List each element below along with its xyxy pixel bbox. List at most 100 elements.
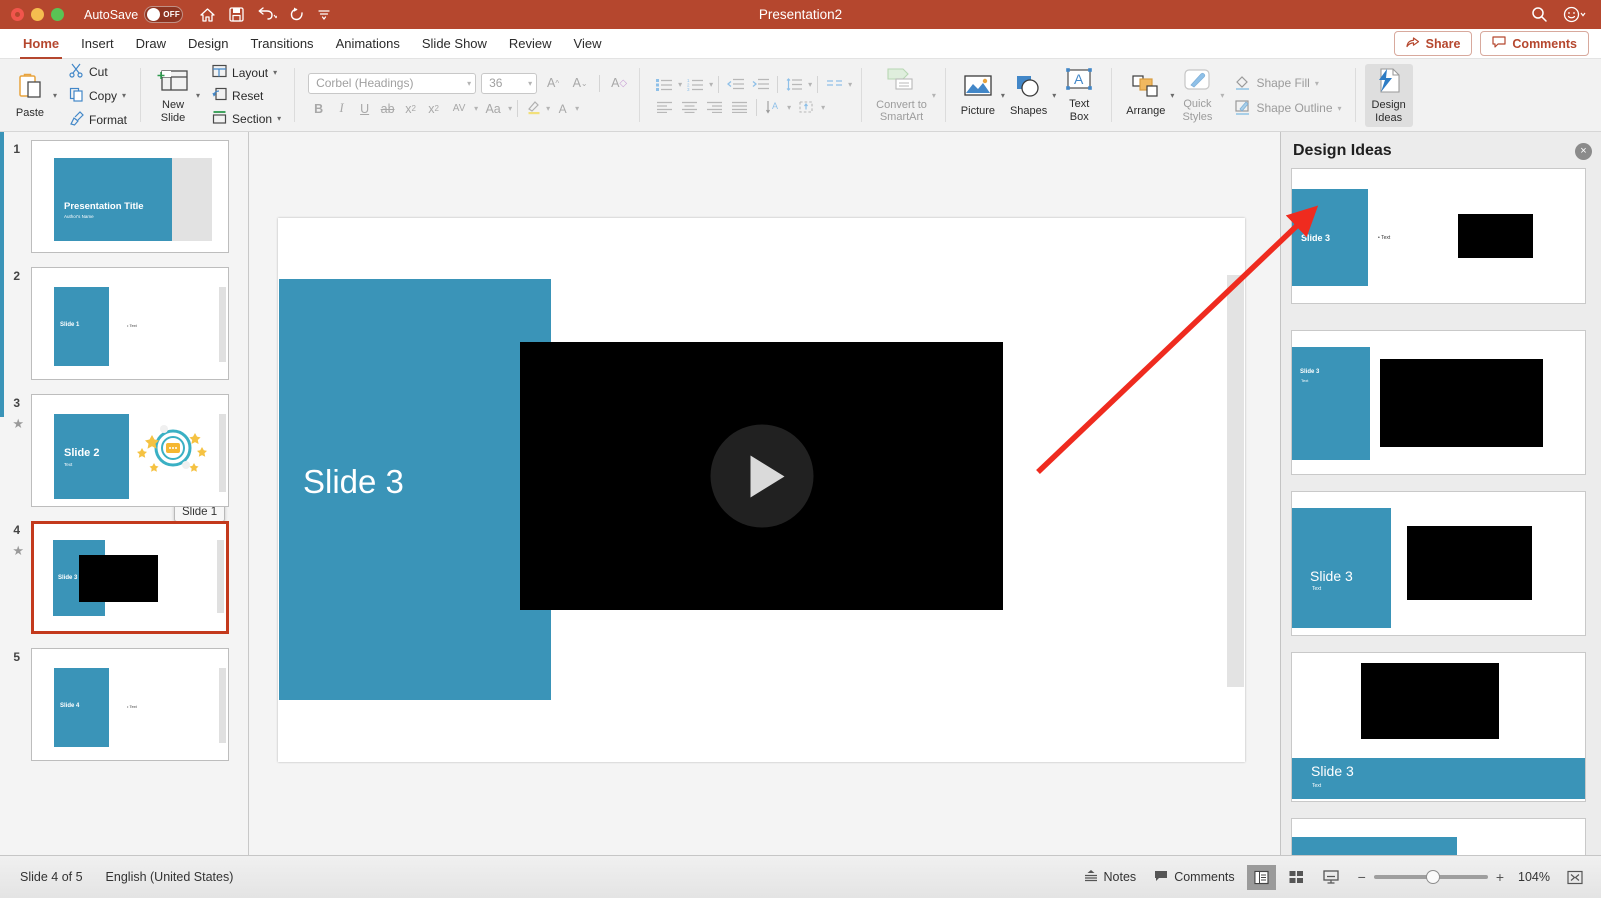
design-idea-card-1[interactable]: Slide 3 • Text [1291,168,1586,304]
home-icon[interactable] [199,7,216,23]
minimize-window-button[interactable] [31,8,44,21]
smartart-chevron-down-icon[interactable]: ▾ [932,91,936,100]
slide-title-text[interactable]: Slide 3 [303,463,404,501]
font-size-chevron-down-icon[interactable]: ▾ [528,79,532,88]
layout-button[interactable]: Layout ▾ [208,62,285,83]
paste-chevron-down-icon[interactable]: ▾ [53,91,57,100]
reading-view-icon[interactable] [1317,865,1346,890]
slide-thumbnail-panel[interactable]: 1 Presentation Title Author's Name 2 Sli… [0,132,249,855]
quick-styles-chevron-down-icon[interactable]: ▾ [1220,91,1224,100]
line-spacing-chevron-down-icon[interactable]: ▾ [808,80,812,89]
superscript-button[interactable]: x2 [400,99,421,119]
video-placeholder[interactable] [520,342,1003,610]
decrease-indent-button[interactable] [724,75,747,94]
maximize-window-button[interactable] [51,8,64,21]
section-button[interactable]: Section ▾ [208,108,285,129]
shapes-button[interactable]: Shapes [1005,72,1052,119]
design-idea-card-2[interactable]: Slide 3 Text [1291,330,1586,475]
customize-toolbar-icon[interactable] [318,9,330,21]
slide-thumbnail-1[interactable]: 1 Presentation Title Author's Name [0,140,229,253]
normal-view-icon[interactable] [1246,864,1276,890]
shape-outline-button[interactable]: Shape Outline ▾ [1230,97,1345,120]
arrange-button[interactable]: Arrange [1121,72,1170,119]
copy-chevron-down-icon[interactable]: ▾ [122,91,126,100]
autosave-control[interactable]: AutoSave OFF [84,6,184,23]
shape-outline-chevron-down-icon[interactable]: ▾ [1338,104,1342,113]
character-spacing-button[interactable]: AV [446,99,472,119]
strikethrough-button[interactable]: ab [377,99,398,119]
undo-icon[interactable] [257,7,278,22]
convert-to-smartart-button[interactable]: Convert to SmartArt [871,65,932,126]
text-direction-button[interactable]: A [762,98,785,117]
save-icon[interactable] [229,7,244,22]
autosave-toggle[interactable]: OFF [144,6,184,23]
slide-thumbnail-4[interactable]: 4 ★ Slide 3 [0,521,229,634]
font-color-chevron-down-icon[interactable]: ▾ [575,104,579,113]
shape-fill-chevron-down-icon[interactable]: ▾ [1315,79,1319,88]
comments-button[interactable]: Comments [1480,31,1589,56]
search-icon[interactable] [1531,6,1548,23]
change-case-chevron-down-icon[interactable]: ▾ [508,104,512,113]
close-window-button[interactable] [11,8,24,21]
slide-thumb-body-4[interactable]: Slide 3 [31,521,229,634]
zoom-out-button[interactable]: − [1358,869,1366,885]
play-button[interactable] [710,424,813,528]
slide-thumb-body-5[interactable]: Slide 4 • Text [31,648,229,761]
slide-canvas[interactable]: Slide 3 [249,132,1280,855]
text-highlight-color-button[interactable] [523,99,544,119]
design-idea-card-4[interactable]: Slide 3 Text [1291,652,1586,802]
bullets-chevron-down-icon[interactable]: ▾ [678,80,682,89]
picture-button[interactable]: Picture [955,72,1001,119]
slide-thumbnail-3[interactable]: 3 ★ Slide 2 Text [0,394,229,507]
reset-button[interactable]: Reset [208,85,285,106]
align-left-button[interactable] [653,98,676,117]
font-size-select[interactable]: 36 ▾ [481,72,538,94]
columns-chevron-down-icon[interactable]: ▾ [848,80,852,89]
numbering-chevron-down-icon[interactable]: ▾ [709,80,713,89]
zoom-in-button[interactable]: + [1496,869,1504,885]
tab-review[interactable]: Review [498,32,563,55]
new-slide-button[interactable]: New Slide [150,65,196,127]
underline-button[interactable]: U [354,99,375,119]
tab-view[interactable]: View [563,32,613,55]
clear-formatting-button[interactable]: A ◇ [608,73,630,94]
zoom-control[interactable]: − + 104% [1358,869,1550,885]
increase-font-size-button[interactable]: A ^ [542,73,564,94]
shape-fill-button[interactable]: Shape Fill ▾ [1230,72,1345,95]
fit-to-window-icon[interactable] [1560,865,1589,890]
subscript-button[interactable]: x2 [423,99,444,119]
share-button[interactable]: Share [1393,31,1473,56]
design-ideas-panel[interactable]: Design Ideas × Slide 3 • Text Slide 3 Te… [1280,132,1601,855]
character-spacing-chevron-down-icon[interactable]: ▾ [474,104,478,113]
tab-animations[interactable]: Animations [325,32,411,55]
tab-insert[interactable]: Insert [70,32,125,55]
increase-indent-button[interactable] [749,75,772,94]
justify-button[interactable] [728,98,751,117]
account-icon[interactable] [1563,6,1587,23]
slide-content-scrollbar[interactable] [1227,275,1244,687]
slide-thumb-body-3[interactable]: Slide 2 Text [31,394,229,507]
zoom-slider-handle[interactable] [1426,870,1441,884]
tab-draw[interactable]: Draw [125,32,177,55]
slide-sorter-icon[interactable] [1282,865,1311,890]
quick-styles-button[interactable]: Quick Styles [1174,66,1220,126]
text-box-button[interactable]: A Text Box [1056,66,1102,126]
line-spacing-button[interactable] [783,75,806,94]
slide-thumbnail-5[interactable]: 5 Slide 4 • Text [0,648,229,761]
font-name-chevron-down-icon[interactable]: ▾ [467,79,471,88]
align-right-button[interactable] [703,98,726,117]
tab-design[interactable]: Design [177,32,239,55]
tab-transitions[interactable]: Transitions [239,32,324,55]
columns-button[interactable] [823,75,846,94]
align-center-button[interactable] [678,98,701,117]
bold-button[interactable]: B [308,99,329,119]
align-text-button[interactable] [793,98,819,117]
tab-home[interactable]: Home [12,32,70,59]
zoom-percent-label[interactable]: 104% [1512,870,1550,884]
font-name-select[interactable]: Corbel (Headings) ▾ [308,72,477,94]
new-slide-chevron-down-icon[interactable]: ▾ [196,91,200,100]
paste-button[interactable]: Paste [7,70,53,121]
status-comments-button[interactable]: Comments [1148,867,1240,888]
design-idea-card-5[interactable] [1291,818,1586,855]
decrease-font-size-button[interactable]: A ⌄ [569,73,591,94]
